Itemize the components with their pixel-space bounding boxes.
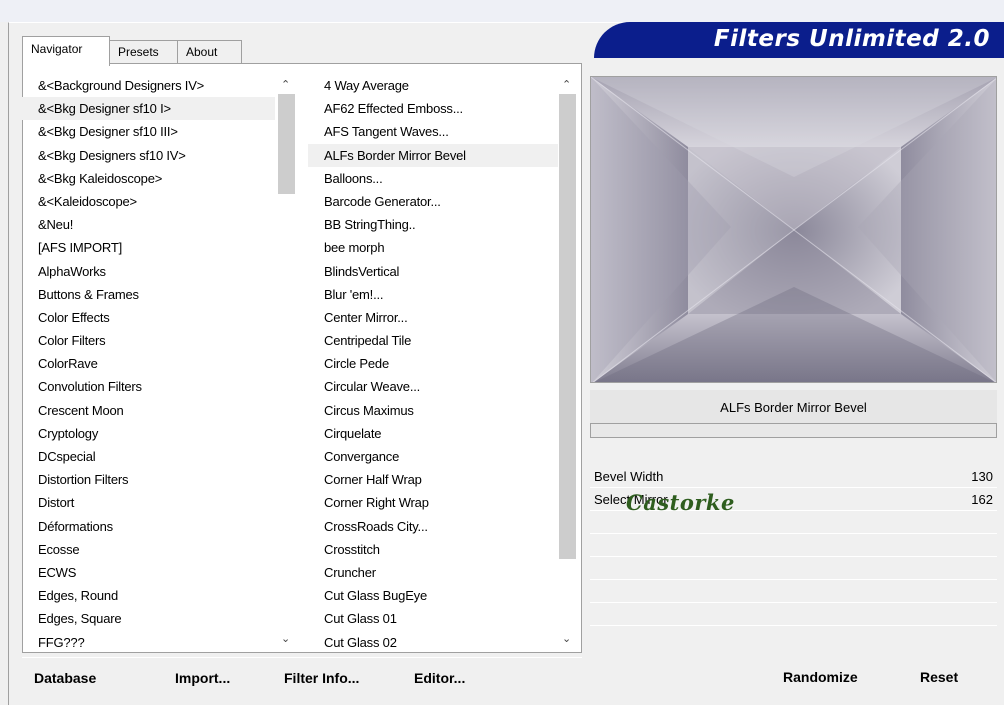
list-item[interactable]: Cut Glass BugEye	[308, 584, 558, 607]
editor-button[interactable]: Editor...	[414, 670, 465, 686]
tab-about[interactable]: About	[177, 40, 242, 64]
list-item[interactable]: Crosstitch	[308, 538, 558, 561]
list-item[interactable]: Barcode Generator...	[308, 190, 558, 213]
list-item[interactable]: Circle Pede	[308, 352, 558, 375]
list-item[interactable]: Convergance	[308, 445, 558, 468]
param-row-empty	[590, 603, 997, 626]
list-item[interactable]: Circus Maximus	[308, 399, 558, 422]
list-item[interactable]: Distort	[22, 491, 275, 514]
param-value: 162	[971, 492, 993, 507]
list-item[interactable]: &<Bkg Designer sf10 I>	[22, 97, 275, 121]
list-item[interactable]: Convolution Filters	[22, 375, 275, 398]
scroll-up-icon[interactable]: ⌃	[562, 78, 571, 91]
list-item[interactable]: CrossRoads City...	[308, 515, 558, 538]
list-item[interactable]: ECWS	[22, 561, 275, 584]
database-button[interactable]: Database	[34, 670, 96, 686]
import-button[interactable]: Import...	[175, 670, 230, 686]
list-item[interactable]: Distortion Filters	[22, 468, 275, 491]
scroll-down-icon[interactable]: ⌄	[562, 632, 571, 645]
category-scroll-thumb[interactable]	[278, 94, 295, 194]
list-item[interactable]: Color Effects	[22, 306, 275, 329]
list-item[interactable]: AlphaWorks	[22, 260, 275, 283]
param-row-empty	[590, 580, 997, 603]
list-item[interactable]: bee morph	[308, 236, 558, 259]
list-item[interactable]: Center Mirror...	[308, 306, 558, 329]
list-item[interactable]: AF62 Effected Emboss...	[308, 97, 558, 120]
list-item[interactable]: Circular Weave...	[308, 375, 558, 398]
category-scrollbar[interactable]: ⌃ ⌄	[276, 76, 297, 650]
progress-bar	[590, 423, 997, 438]
list-item[interactable]: &<Kaleidoscope>	[22, 190, 275, 213]
list-item[interactable]: Cryptology	[22, 422, 275, 445]
tab-presets[interactable]: Presets	[109, 40, 178, 64]
list-item[interactable]: &<Bkg Designer sf10 III>	[22, 120, 275, 143]
list-item[interactable]: FFG???	[22, 631, 275, 649]
param-row-empty	[590, 557, 997, 580]
randomize-button[interactable]: Randomize	[783, 669, 858, 685]
preview-image	[591, 77, 996, 382]
filter-scroll-thumb[interactable]	[559, 94, 576, 559]
list-item[interactable]: Corner Half Wrap	[308, 468, 558, 491]
filter-scrollbar[interactable]: ⌃ ⌄	[557, 76, 578, 650]
list-item[interactable]: Cirquelate	[308, 422, 558, 445]
list-item[interactable]: Cruncher	[308, 561, 558, 584]
list-item[interactable]: Buttons & Frames	[22, 283, 275, 306]
param-label: Bevel Width	[594, 469, 664, 484]
brand-banner: Filters Unlimited 2.0	[594, 22, 1004, 58]
list-item[interactable]: Cut Glass 01	[308, 607, 558, 630]
tab-navigator[interactable]: Navigator	[22, 36, 110, 66]
list-item[interactable]: DCspecial	[22, 445, 275, 468]
list-item[interactable]: Corner Right Wrap	[308, 491, 558, 514]
filter-list[interactable]: 4 Way Average AF62 Effected Emboss... AFS …	[308, 74, 558, 648]
list-item[interactable]: ALFs Border Mirror Bevel	[308, 143, 558, 167]
list-item[interactable]: &<Background Designers IV>	[22, 74, 275, 97]
list-item[interactable]: ColorRave	[22, 352, 275, 375]
list-item[interactable]: AFS Tangent Waves...	[308, 120, 558, 143]
filter-preview	[590, 76, 997, 383]
list-item[interactable]: &Neu!	[22, 213, 275, 236]
list-item[interactable]: Déformations	[22, 515, 275, 538]
list-item[interactable]: Cut Glass 02	[308, 631, 558, 649]
list-item[interactable]: 4 Way Average	[308, 74, 558, 97]
bottom-toolbar: Database Import... Filter Info... Editor…	[22, 657, 582, 701]
list-item[interactable]: Edges, Round	[22, 584, 275, 607]
reset-button[interactable]: Reset	[920, 669, 958, 685]
current-filter-name: ALFs Border Mirror Bevel	[590, 390, 997, 426]
list-item[interactable]: BlindsVertical	[308, 260, 558, 283]
list-item[interactable]: BB StringThing..	[308, 213, 558, 236]
list-item[interactable]: Blur 'em!...	[308, 283, 558, 306]
watermark-signature: Castorke	[626, 490, 735, 515]
list-item[interactable]: &<Bkg Kaleidoscope>	[22, 167, 275, 190]
filter-info-button[interactable]: Filter Info...	[284, 670, 359, 686]
scroll-up-icon[interactable]: ⌃	[281, 78, 290, 91]
param-row[interactable]: Bevel Width 130	[590, 465, 997, 488]
list-item[interactable]: Centripedal Tile	[308, 329, 558, 352]
param-row-empty	[590, 534, 997, 557]
category-list[interactable]: &<Background Designers IV> &<Bkg Designer…	[22, 74, 275, 648]
list-item[interactable]: Crescent Moon	[22, 399, 275, 422]
list-item[interactable]: Ecosse	[22, 538, 275, 561]
list-item[interactable]: &<Bkg Designers sf10 IV>	[22, 144, 275, 167]
list-item[interactable]: Balloons...	[308, 167, 558, 190]
bottom-toolbar-right: Randomize Reset	[590, 657, 997, 701]
param-value: 130	[971, 469, 993, 484]
list-item[interactable]: [AFS IMPORT]	[22, 236, 275, 259]
list-item[interactable]: Edges, Square	[22, 607, 275, 630]
title-strip	[0, 0, 1004, 22]
scroll-down-icon[interactable]: ⌄	[281, 632, 290, 645]
list-item[interactable]: Color Filters	[22, 329, 275, 352]
brand-title: Filters Unlimited 2.0	[713, 26, 990, 52]
